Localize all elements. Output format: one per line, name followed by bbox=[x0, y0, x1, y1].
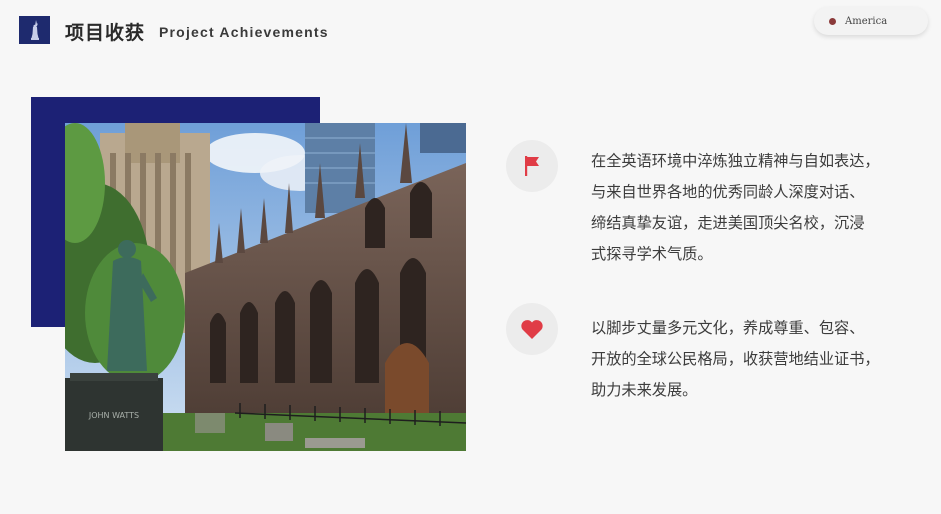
achievement-2-line-1: 以脚步丈量多元文化，养成尊重、包容、 bbox=[591, 319, 865, 337]
achievement-1-badge bbox=[506, 140, 558, 192]
page-subtitle: Project Achievements bbox=[159, 24, 329, 40]
flag-icon bbox=[525, 156, 539, 176]
achievement-2-badge bbox=[506, 303, 558, 355]
achievement-1-line-2: 与来自世界各地的优秀同龄人深度对话、 bbox=[591, 183, 865, 201]
statue-plaque: JOHN WATTS bbox=[88, 411, 139, 420]
logo bbox=[19, 16, 50, 44]
achievement-2-text: 以脚步丈量多元文化，养成尊重、包容、 开放的全球公民格局，收获营地结业证书， 助… bbox=[591, 313, 911, 406]
statue-of-liberty-icon bbox=[30, 20, 39, 40]
page-title: 项目收获 bbox=[65, 22, 146, 44]
achievement-2-line-3: 助力未来发展。 bbox=[591, 381, 698, 399]
heart-icon bbox=[521, 320, 543, 339]
achievement-1-line-3: 缔结真挚友谊，走进美国顶尖名校，沉浸 bbox=[591, 214, 865, 232]
achievement-1-line-4: 式探寻学术气质。 bbox=[591, 245, 713, 263]
location-label: America bbox=[845, 15, 888, 27]
achievement-2-line-2: 开放的全球公民格局，收获营地结业证书， bbox=[591, 350, 880, 368]
location-dot-icon bbox=[829, 17, 836, 25]
achievement-1-text: 在全英语环境中淬炼独立精神与自如表达， 与来自世界各地的优秀同龄人深度对话、 缔… bbox=[591, 146, 911, 270]
location-pill[interactable]: America bbox=[814, 7, 928, 35]
achievement-1-line-1: 在全英语环境中淬炼独立精神与自如表达， bbox=[591, 152, 880, 170]
trinity-church-photo: JOHN WATTS bbox=[65, 123, 466, 451]
